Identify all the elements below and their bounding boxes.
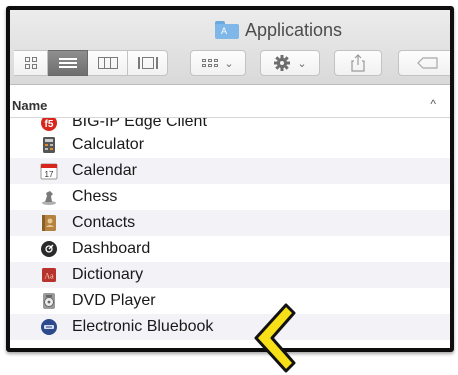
share-button[interactable]	[334, 50, 382, 76]
gear-icon	[274, 55, 291, 71]
list-item[interactable]: Calculator	[10, 132, 450, 158]
f5-icon: f5	[41, 118, 57, 131]
view-mode-group	[14, 50, 168, 76]
list-view-button[interactable]	[48, 50, 88, 76]
finder-window: A Applications ⌄ ⌄ Name ^ f5 BIG-IP Edge…	[6, 6, 454, 352]
tag-icon	[417, 57, 438, 69]
chevron-down-icon: ⌄	[224, 57, 234, 70]
dictionary-icon: Aa	[42, 268, 56, 282]
column-header: Name ^	[10, 95, 450, 118]
list-item[interactable]: Electronic Bluebook	[10, 314, 450, 340]
list-item[interactable]: DVD Player	[10, 288, 450, 314]
dvd-player-icon	[43, 293, 55, 309]
column-view-icon	[97, 57, 118, 69]
chevron-down-icon: ⌄	[297, 57, 307, 70]
name-column-header[interactable]: Name	[12, 98, 47, 113]
svg-text:f5: f5	[45, 119, 54, 130]
svg-text:17: 17	[45, 170, 54, 179]
calendar-icon: 17	[40, 163, 58, 180]
title-bar: A Applications ⌄ ⌄	[10, 10, 450, 85]
dashboard-icon	[41, 241, 57, 257]
bluebook-icon	[41, 319, 57, 335]
sort-ascending-icon[interactable]: ^	[430, 97, 436, 111]
svg-text:Aa: Aa	[44, 272, 54, 281]
contacts-icon	[42, 215, 56, 231]
calculator-icon	[43, 137, 55, 153]
cover-flow-button[interactable]	[128, 50, 168, 76]
list-item[interactable]: f5 BIG-IP Edge Client	[10, 118, 450, 132]
cover-flow-icon	[137, 57, 158, 69]
list-item[interactable]: 17 Calendar	[10, 158, 450, 184]
highlight-arrow-icon	[254, 303, 296, 373]
chess-icon	[42, 191, 56, 205]
list-item[interactable]: Chess	[10, 184, 450, 210]
arrange-button[interactable]: ⌄	[190, 50, 246, 76]
share-icon	[351, 54, 365, 72]
action-button[interactable]: ⌄	[260, 50, 320, 76]
icon-view-icon	[24, 57, 37, 69]
list-item[interactable]: Aa Dictionary	[10, 262, 450, 288]
list-view-icon	[58, 58, 77, 68]
arrange-icon	[202, 59, 219, 67]
column-view-button[interactable]	[88, 50, 128, 76]
toolbar: ⌄ ⌄	[10, 50, 450, 80]
icon-view-button[interactable]	[14, 50, 48, 76]
window-title-text: Applications	[245, 19, 343, 40]
tag-button[interactable]	[398, 50, 450, 76]
applications-folder-icon: A	[215, 21, 239, 39]
list-item[interactable]: Dashboard	[10, 236, 450, 262]
window-title: A Applications	[215, 18, 342, 42]
file-list: f5 BIG-IP Edge Client Calculator 17 Cale…	[10, 118, 450, 340]
list-item[interactable]: Contacts	[10, 210, 450, 236]
